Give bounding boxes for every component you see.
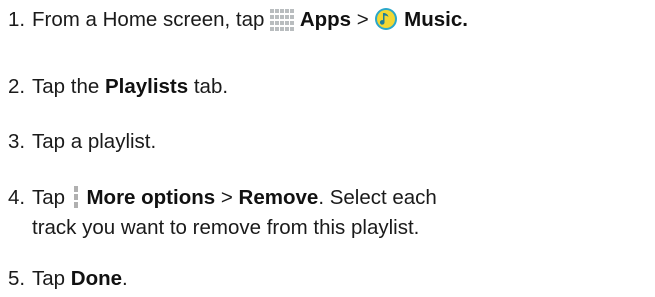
step-number: 5. [8,267,26,290]
separator: > [356,8,369,31]
playlists-label: Playlists [104,75,189,98]
step-text: . Select each [318,186,437,209]
step-text: . [122,267,128,290]
step-text: Tap [32,267,66,290]
step-number: 4. [8,186,26,209]
step-number: 3. [8,130,26,153]
more-options-label: More options [86,186,216,209]
step-text: Tap [32,186,66,209]
separator: > [220,186,233,209]
music-note-icon [374,7,398,31]
more-options-icon [71,185,81,209]
step-4: 4. Tap More options > Remove. Select each… [8,183,437,243]
step-number: 2. [8,75,26,98]
music-label: Music. [404,8,468,31]
step-number: 1. [8,8,26,31]
step-text-line2: track you want to remove from this playl… [32,216,420,239]
done-label: Done [70,267,123,290]
step-1: 1. From a Home screen, tap Apps > Music. [8,5,468,35]
step-5: 5. Tap Done. [8,264,128,294]
step-text: tab. [193,75,229,98]
apps-label: Apps [299,8,352,31]
step-text: Tap the [32,75,100,98]
apps-grid-icon [270,9,295,31]
step-3: 3. Tap a playlist. [8,127,156,157]
step-2: 2. Tap the Playlists tab. [8,72,228,102]
step-text: From a Home screen, tap [32,8,265,31]
step-text: Tap a playlist. [32,130,157,153]
remove-label: Remove [238,186,319,209]
